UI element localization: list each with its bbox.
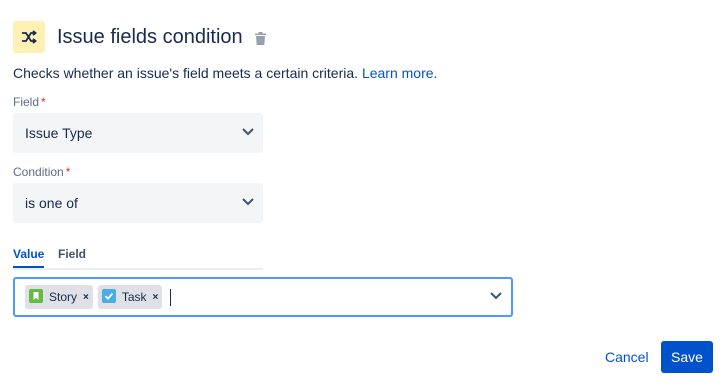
chevron-down-icon — [241, 124, 255, 143]
header: Issue fields condition — [13, 21, 266, 53]
save-button[interactable]: Save — [661, 341, 713, 373]
text-caret — [170, 288, 172, 306]
page-title: Issue fields condition — [57, 25, 243, 48]
chip-label: Story — [49, 290, 78, 304]
condition-select[interactable]: is one of — [13, 183, 263, 223]
tab-field[interactable]: Field — [58, 247, 86, 261]
tab-value[interactable]: Value — [13, 247, 45, 268]
description-text: Checks whether an issue's field meets a … — [13, 65, 359, 81]
trash-icon[interactable] — [254, 31, 266, 45]
required-mark: * — [65, 165, 71, 179]
chevron-down-icon — [241, 194, 255, 213]
shuffle-icon — [13, 21, 45, 53]
field-label: Field * — [13, 95, 46, 109]
value-multi-select[interactable]: Story × Task × — [13, 277, 513, 317]
condition-label: Condition * — [13, 165, 70, 179]
condition-label-text: Condition — [13, 165, 64, 179]
remove-task-icon[interactable]: × — [153, 292, 159, 303]
chip-label: Task — [121, 290, 147, 304]
value-source-tabs: Value Field — [13, 247, 263, 270]
field-select[interactable]: Issue Type — [13, 113, 263, 153]
required-mark: * — [41, 95, 46, 109]
learn-more-link[interactable]: Learn more. — [362, 65, 437, 81]
task-icon — [101, 288, 116, 306]
chevron-down-icon[interactable] — [489, 288, 503, 307]
condition-select-value: is one of — [25, 195, 78, 211]
remove-story-icon[interactable]: × — [83, 292, 89, 303]
field-label-text: Field — [13, 95, 40, 109]
cancel-button[interactable]: Cancel — [596, 341, 658, 373]
field-select-value: Issue Type — [25, 125, 93, 141]
story-icon — [29, 288, 43, 306]
description: Checks whether an issue's field meets a … — [13, 65, 437, 81]
value-chip-task: Task × — [97, 285, 163, 309]
value-chip-story: Story × — [25, 285, 93, 309]
